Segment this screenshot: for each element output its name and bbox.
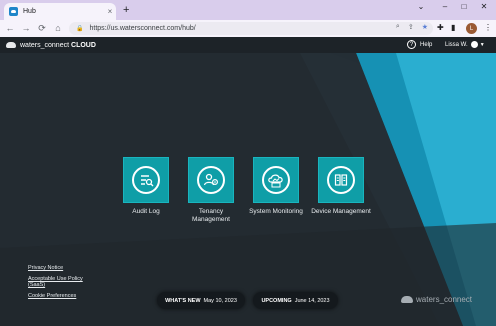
hub-favicon-icon <box>9 7 18 16</box>
brand-name: waters_connect <box>20 41 70 49</box>
tenancy-icon <box>197 166 225 194</box>
tile-tenancy-management[interactable]: Tenancy Management <box>181 157 241 224</box>
minimize-button[interactable]: – <box>438 2 452 11</box>
browser-tab-strip: Hub × + ⌄ – □ ✕ <box>0 0 496 20</box>
maximize-button[interactable]: □ <box>457 2 471 11</box>
user-name: Lissa W. <box>445 41 468 48</box>
back-icon[interactable]: ← <box>4 23 16 34</box>
footer-logo: waters_connect <box>401 295 472 304</box>
url-text: https://us.watersconnect.com/hub/ <box>89 25 196 32</box>
address-bar[interactable]: 🔒 https://us.watersconnect.com/hub/ ⌕ ⇪ … <box>69 22 433 35</box>
app-header: waters_connect CLOUD ? Help Lissa W. ▼ <box>0 37 496 53</box>
tile-label: System Monitoring <box>249 208 303 215</box>
monitoring-icon <box>262 166 290 194</box>
tile-device-management[interactable]: Device Management <box>311 157 371 216</box>
zoom-icon[interactable]: ⌕ <box>396 23 400 31</box>
whats-new-button[interactable]: WHAT'S NEW May 10, 2023 <box>157 292 245 309</box>
tab-close-icon[interactable]: × <box>104 7 116 16</box>
browser-menu-icon[interactable]: ⋮ <box>484 23 492 32</box>
address-bar-actions: ⌕ ⇪ ★ <box>396 23 428 31</box>
device-icon <box>327 166 355 194</box>
audit-log-icon <box>132 166 160 194</box>
tile-device-box[interactable] <box>318 157 364 203</box>
tile-system-monitoring[interactable]: System Monitoring <box>246 157 306 216</box>
cookie-preferences-link[interactable]: Cookie Preferences <box>28 293 88 299</box>
reload-icon[interactable]: ⟳ <box>36 23 48 34</box>
chevron-down-icon: ▼ <box>479 41 485 48</box>
tab-title: Hub <box>23 8 36 15</box>
footer-links: Privacy Notice Acceptable Use Policy (Sa… <box>28 265 88 304</box>
upcoming-date: June 14, 2023 <box>294 297 330 304</box>
profile-avatar[interactable]: L <box>466 23 477 34</box>
help-icon: ? <box>407 40 416 49</box>
bookmark-star-icon[interactable]: ★ <box>422 23 428 31</box>
side-panel-icon[interactable]: ▮ <box>451 23 455 32</box>
cloud-logo-icon <box>401 296 413 303</box>
new-tab-button[interactable]: + <box>123 4 129 16</box>
tile-label: Audit Log <box>132 208 160 215</box>
upcoming-label: UPCOMING <box>261 297 292 304</box>
lock-icon: 🔒 <box>76 26 84 32</box>
tile-label: Device Management <box>311 208 371 215</box>
home-icon[interactable]: ⌂ <box>52 23 64 34</box>
tile-audit-log[interactable]: Audit Log <box>116 157 176 216</box>
acceptable-use-policy-link[interactable]: Acceptable Use Policy (SaaS) <box>28 276 88 288</box>
browser-toolbar: ← → ⟳ ⌂ 🔒 https://us.watersconnect.com/h… <box>0 20 496 37</box>
tab-search-icon[interactable]: ⌄ <box>414 2 428 11</box>
help-button[interactable]: ? Help <box>407 40 432 49</box>
user-account-icon <box>470 41 478 48</box>
user-menu[interactable]: Lissa W. ▼ <box>445 41 485 48</box>
browser-tab[interactable]: Hub × <box>4 3 116 20</box>
app-logo[interactable]: waters_connect CLOUD <box>6 42 96 49</box>
tile-monitoring-box[interactable] <box>253 157 299 203</box>
whats-new-label: WHAT'S NEW <box>165 297 201 304</box>
tile-audit-log-box[interactable] <box>123 157 169 203</box>
upcoming-button[interactable]: UPCOMING June 14, 2023 <box>253 292 338 309</box>
share-icon[interactable]: ⇪ <box>408 23 414 31</box>
tile-label: Tenancy Management <box>192 208 230 223</box>
cloud-logo-icon <box>6 42 16 48</box>
brand-suffix: CLOUD <box>71 41 96 49</box>
hub-main: Audit Log Tenancy Management System Moni… <box>0 53 496 326</box>
extensions-icon[interactable]: ✚ <box>437 23 444 32</box>
tile-tenancy-box[interactable] <box>188 157 234 203</box>
footer-brand-name: waters_connect <box>416 295 473 304</box>
whats-new-date: May 10, 2023 <box>203 297 237 304</box>
close-window-button[interactable]: ✕ <box>477 2 491 11</box>
privacy-notice-link[interactable]: Privacy Notice <box>28 265 88 271</box>
forward-icon[interactable]: → <box>20 23 32 34</box>
help-label: Help <box>420 41 433 48</box>
